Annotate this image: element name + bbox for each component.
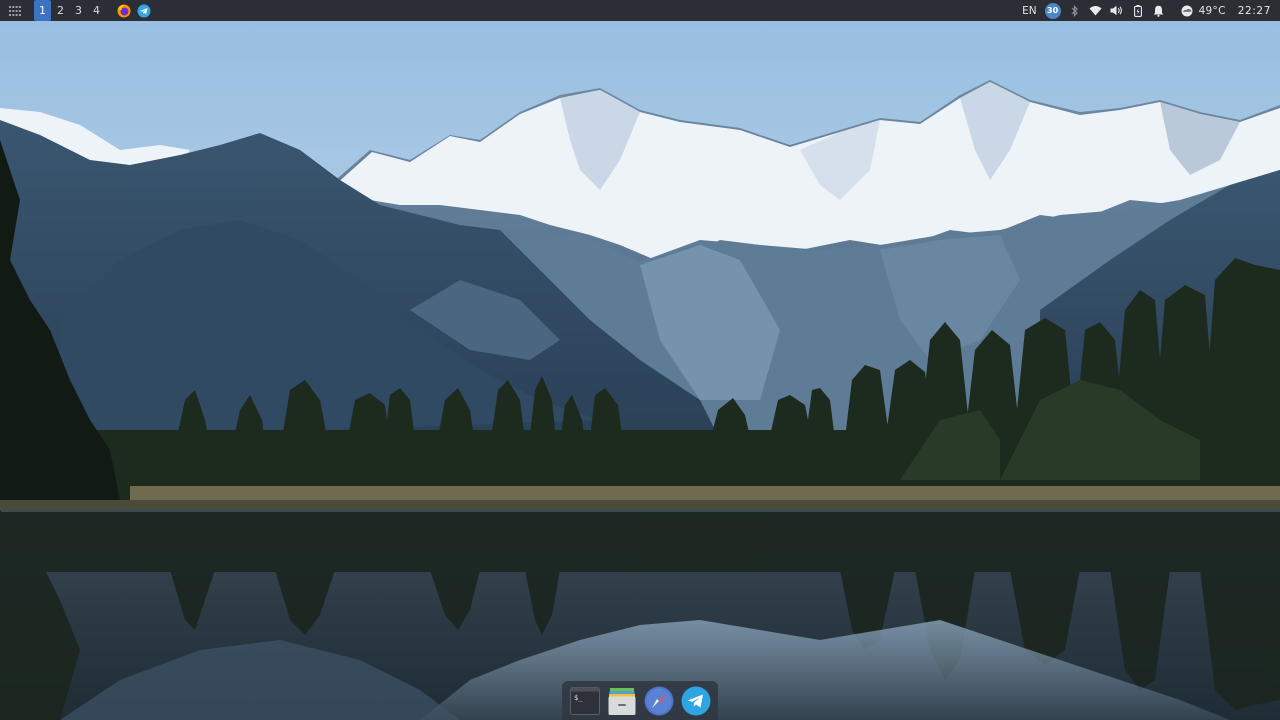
volume-icon[interactable] — [1110, 0, 1124, 21]
battery-icon[interactable] — [1131, 0, 1145, 21]
telegram-icon — [681, 686, 711, 716]
notification-bell-icon[interactable] — [1152, 0, 1166, 21]
telegram-icon[interactable] — [137, 4, 151, 18]
dock-item-files[interactable] — [606, 685, 638, 717]
update-badge[interactable]: 30 — [1044, 2, 1061, 19]
dock-item-terminal[interactable]: $_ — [569, 685, 601, 717]
workspace-3[interactable]: 3 — [70, 0, 87, 21]
terminal-icon: $_ — [569, 686, 600, 715]
compass-icon — [644, 686, 674, 716]
app-grid-icon[interactable] — [4, 0, 26, 21]
panel-left-section: 1 2 3 4 — [0, 0, 151, 21]
workspace-2[interactable]: 2 — [52, 0, 69, 21]
dock: $_ — [562, 681, 718, 720]
workspace-4[interactable]: 4 — [88, 0, 105, 21]
file-manager-icon — [607, 686, 637, 716]
keyboard-layout-indicator[interactable]: EN — [1022, 0, 1037, 21]
svg-text:$_: $_ — [574, 694, 583, 702]
dock-item-telegram[interactable] — [680, 685, 712, 717]
top-panel: 1 2 3 4 EN 30 49°C 22:27 — [0, 0, 1280, 21]
system-tray: EN 30 49°C 22:27 — [1022, 0, 1280, 21]
clock[interactable]: 22:27 — [1238, 0, 1271, 21]
cpu-temperature: 49°C — [1198, 4, 1226, 17]
workspace-1[interactable]: 1 — [34, 0, 51, 21]
firefox-icon[interactable] — [117, 4, 131, 18]
bluetooth-icon[interactable] — [1068, 0, 1082, 21]
desktop-wallpaper — [0, 0, 1280, 720]
dock-item-safari-browser[interactable] — [643, 685, 675, 717]
wifi-icon[interactable] — [1089, 0, 1103, 21]
weather-icon[interactable] — [1180, 0, 1194, 21]
